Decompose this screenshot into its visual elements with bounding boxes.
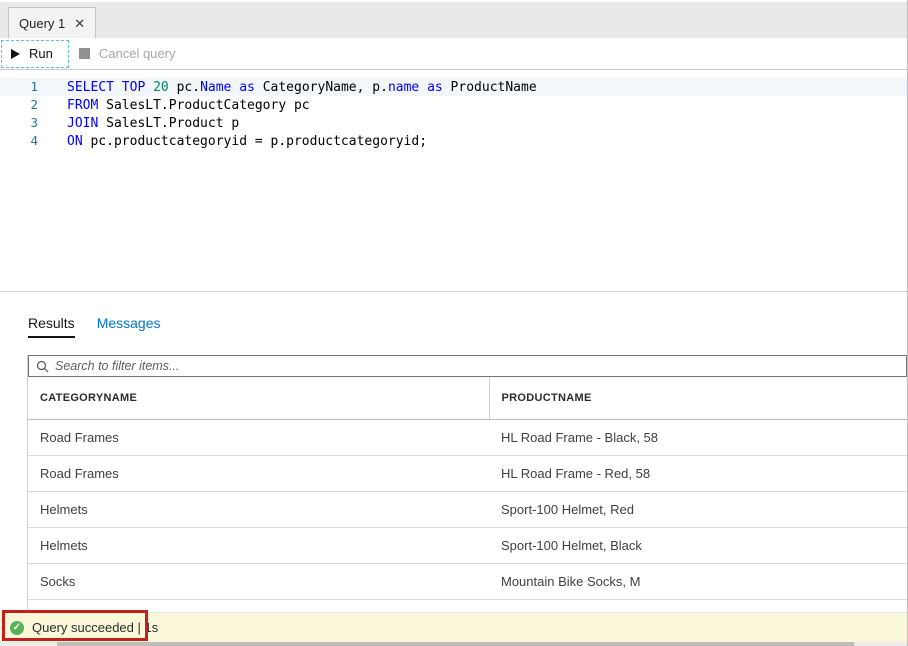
line-number: 2 <box>0 96 38 114</box>
run-button[interactable]: Run <box>1 40 69 68</box>
tab-results[interactable]: Results <box>28 315 75 338</box>
results-table: CATEGORYNAME PRODUCTNAME Road FramesHL R… <box>28 377 907 600</box>
table-cell[interactable]: HL Road Frame - Red, 58 <box>489 455 907 491</box>
code-text: SELECT TOP 20 pc.Name as CategoryName, p… <box>67 79 537 97</box>
table-cell[interactable]: Sport-100 Helmet, Red <box>489 491 907 527</box>
play-icon <box>11 49 20 59</box>
table-row[interactable]: HelmetsSport-100 Helmet, Red <box>28 491 907 527</box>
cancel-query-button[interactable]: Cancel query <box>79 46 176 61</box>
column-header-categoryname[interactable]: CATEGORYNAME <box>28 377 489 419</box>
status-bar: ✓ Query succeeded | 1s <box>0 612 907 642</box>
code-line[interactable]: 4 ON pc.productcategoryid = p.productcate… <box>0 132 907 150</box>
search-input[interactable] <box>55 359 899 373</box>
table-row[interactable]: Road FramesHL Road Frame - Black, 58 <box>28 419 907 455</box>
filter-search-box <box>28 355 907 377</box>
column-header-productname[interactable]: PRODUCTNAME <box>489 377 907 419</box>
tab-query-1[interactable]: Query 1 ✕ <box>8 7 96 38</box>
scrollbar-thumb[interactable] <box>57 642 854 646</box>
table-cell[interactable]: Road Frames <box>28 419 489 455</box>
editor-lines: 1 SELECT TOP 20 pc.Name as CategoryName, … <box>0 78 907 150</box>
success-check-icon: ✓ <box>10 621 24 635</box>
table-cell[interactable]: HL Road Frame - Black, 58 <box>489 419 907 455</box>
cancel-query-label: Cancel query <box>99 46 176 61</box>
code-text: JOIN SalesLT.Product p <box>67 115 239 133</box>
stop-icon <box>79 48 90 59</box>
line-number: 4 <box>0 132 38 150</box>
results-grid-container: CATEGORYNAME PRODUCTNAME Road FramesHL R… <box>27 355 907 610</box>
table-cell[interactable]: Helmets <box>28 491 489 527</box>
table-body: Road FramesHL Road Frame - Black, 58Road… <box>28 419 907 599</box>
code-text: ON pc.productcategoryid = p.productcateg… <box>67 133 427 151</box>
query-toolbar: Run Cancel query <box>0 38 907 70</box>
table-cell[interactable]: Helmets <box>28 527 489 563</box>
table-cell[interactable]: Socks <box>28 563 489 599</box>
tab-label: Query 1 <box>19 16 65 31</box>
code-line[interactable]: 3 JOIN SalesLT.Product p <box>0 114 907 132</box>
code-text: FROM SalesLT.ProductCategory pc <box>67 97 310 115</box>
results-panel: Results Messages CATEGORYNAME PRODUCTNAM… <box>0 292 907 612</box>
code-line[interactable]: 1 SELECT TOP 20 pc.Name as CategoryName, … <box>0 78 907 96</box>
line-number: 1 <box>0 78 38 96</box>
status-text: Query succeeded | 1s <box>32 620 158 635</box>
horizontal-scrollbar[interactable] <box>0 642 907 646</box>
close-icon[interactable]: ✕ <box>74 17 85 30</box>
table-cell[interactable]: Mountain Bike Socks, M <box>489 563 907 599</box>
search-icon <box>36 360 49 373</box>
table-cell[interactable]: Sport-100 Helmet, Black <box>489 527 907 563</box>
table-header-row: CATEGORYNAME PRODUCTNAME <box>28 377 907 419</box>
results-tab-strip: Results Messages <box>28 315 161 338</box>
sql-editor[interactable]: 1 SELECT TOP 20 pc.Name as CategoryName, … <box>0 71 907 292</box>
table-row[interactable]: HelmetsSport-100 Helmet, Black <box>28 527 907 563</box>
tab-messages[interactable]: Messages <box>97 315 161 338</box>
table-row[interactable]: SocksMountain Bike Socks, M <box>28 563 907 599</box>
tab-bar: Query 1 ✕ <box>0 0 907 38</box>
line-number: 3 <box>0 114 38 132</box>
table-row[interactable]: Road FramesHL Road Frame - Red, 58 <box>28 455 907 491</box>
run-button-label: Run <box>29 46 53 61</box>
code-line[interactable]: 2 FROM SalesLT.ProductCategory pc <box>0 96 907 114</box>
table-cell[interactable]: Road Frames <box>28 455 489 491</box>
query-editor-window: Query 1 ✕ Run Cancel query 1 SELECT TOP 2… <box>0 0 908 646</box>
